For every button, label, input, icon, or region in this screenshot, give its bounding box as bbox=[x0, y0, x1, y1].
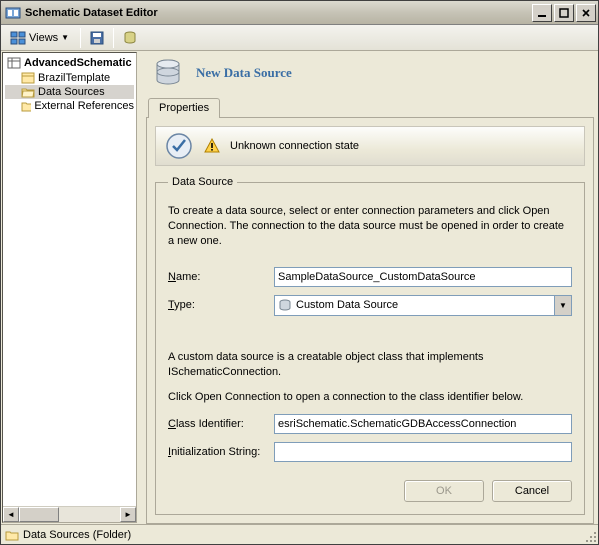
tab-properties[interactable]: Properties bbox=[148, 98, 220, 118]
tree-item-label: Data Sources bbox=[38, 86, 105, 98]
datasource-large-icon bbox=[150, 55, 186, 91]
views-dropdown[interactable]: Views ▼ bbox=[5, 27, 74, 49]
tree-root-node[interactable]: AdvancedSchematic bbox=[5, 55, 134, 71]
tree-item-datasources[interactable]: Data Sources bbox=[5, 85, 134, 99]
tree-item-template[interactable]: BrazilTemplate bbox=[5, 71, 134, 85]
tree-item-extrefs[interactable]: External References bbox=[5, 99, 134, 113]
close-button[interactable] bbox=[576, 4, 596, 22]
tree-item-label: BrazilTemplate bbox=[38, 72, 110, 84]
row-type: Type: Custom Data Source ▼ bbox=[168, 295, 572, 316]
app-icon bbox=[5, 5, 21, 21]
content-header: New Data Source bbox=[144, 51, 596, 97]
custom-ds-hint: A custom data source is a creatable obje… bbox=[168, 350, 572, 406]
fieldset-legend: Data Source bbox=[168, 176, 237, 188]
connection-status-box: Unknown connection state bbox=[155, 126, 585, 166]
minimize-button[interactable] bbox=[532, 4, 552, 22]
hint-line: A custom data source is a creatable obje… bbox=[168, 350, 572, 381]
tab-body: Unknown connection state Data Source To … bbox=[146, 117, 594, 524]
warning-icon bbox=[204, 138, 220, 154]
classid-label: Class Identifier: bbox=[168, 418, 268, 430]
cancel-button[interactable]: Cancel bbox=[492, 480, 572, 502]
page-title: New Data Source bbox=[196, 65, 292, 81]
folder-icon bbox=[21, 100, 31, 112]
save-button[interactable] bbox=[87, 28, 107, 48]
type-label: Type: bbox=[168, 299, 268, 311]
chevron-down-icon: ▼ bbox=[61, 33, 69, 42]
status-bar: Data Sources (Folder) bbox=[1, 524, 598, 544]
main-area: AdvancedSchematic BrazilTemplate Data So… bbox=[1, 51, 598, 524]
toolbar: Views ▼ bbox=[1, 25, 598, 51]
maximize-button[interactable] bbox=[554, 4, 574, 22]
db-button[interactable] bbox=[120, 28, 140, 48]
datasource-fieldset: Data Source To create a data source, sel… bbox=[155, 176, 585, 515]
type-value: Custom Data Source bbox=[296, 299, 398, 311]
init-input[interactable] bbox=[274, 442, 572, 462]
scroll-right-icon[interactable]: ► bbox=[120, 507, 136, 522]
scroll-left-icon[interactable]: ◄ bbox=[3, 507, 19, 522]
toolbar-separator bbox=[113, 28, 114, 48]
row-init: Initialization String: bbox=[168, 442, 572, 462]
template-icon bbox=[21, 72, 35, 84]
classid-input[interactable] bbox=[274, 414, 572, 434]
ok-button[interactable]: OK bbox=[404, 480, 484, 502]
folder-icon bbox=[5, 529, 19, 541]
row-classid: Class Identifier: bbox=[168, 414, 572, 434]
title-bar: Schematic Dataset Editor bbox=[1, 1, 598, 25]
name-label: Name: bbox=[168, 271, 268, 283]
scroll-thumb[interactable] bbox=[19, 507, 59, 522]
tab-label: Properties bbox=[159, 102, 209, 114]
tree-hscrollbar[interactable]: ◄ ► bbox=[3, 506, 136, 522]
init-label: Initialization String: bbox=[168, 446, 268, 458]
tree-pane[interactable]: AdvancedSchematic BrazilTemplate Data So… bbox=[2, 52, 137, 523]
dataset-icon bbox=[7, 56, 21, 70]
name-input[interactable] bbox=[274, 267, 572, 287]
views-icon bbox=[10, 30, 26, 46]
scroll-track[interactable] bbox=[59, 507, 120, 522]
window-buttons bbox=[532, 4, 596, 22]
datasource-description: To create a data source, select or enter… bbox=[168, 204, 572, 249]
views-label: Views bbox=[29, 32, 58, 44]
datasource-small-icon bbox=[278, 298, 292, 312]
hint-line: Click Open Connection to open a connecti… bbox=[168, 390, 572, 405]
window-title: Schematic Dataset Editor bbox=[25, 7, 532, 19]
tab-strip: Properties bbox=[144, 97, 596, 117]
button-row: OK Cancel bbox=[168, 470, 572, 502]
connection-icon bbox=[164, 131, 194, 161]
type-select[interactable]: Custom Data Source ▼ bbox=[274, 295, 572, 316]
tree-root-label: AdvancedSchematic bbox=[24, 57, 132, 69]
tree-item-label: External References bbox=[34, 100, 134, 112]
resize-grip-icon[interactable] bbox=[582, 528, 596, 542]
toolbar-separator bbox=[80, 28, 81, 48]
row-name: Name: bbox=[168, 267, 572, 287]
content-pane: New Data Source Properties Unknown conne… bbox=[142, 51, 598, 524]
connection-status-text: Unknown connection state bbox=[230, 140, 359, 152]
folder-open-icon bbox=[21, 86, 35, 98]
statusbar-text: Data Sources (Folder) bbox=[23, 529, 131, 541]
chevron-down-icon[interactable]: ▼ bbox=[554, 296, 571, 315]
